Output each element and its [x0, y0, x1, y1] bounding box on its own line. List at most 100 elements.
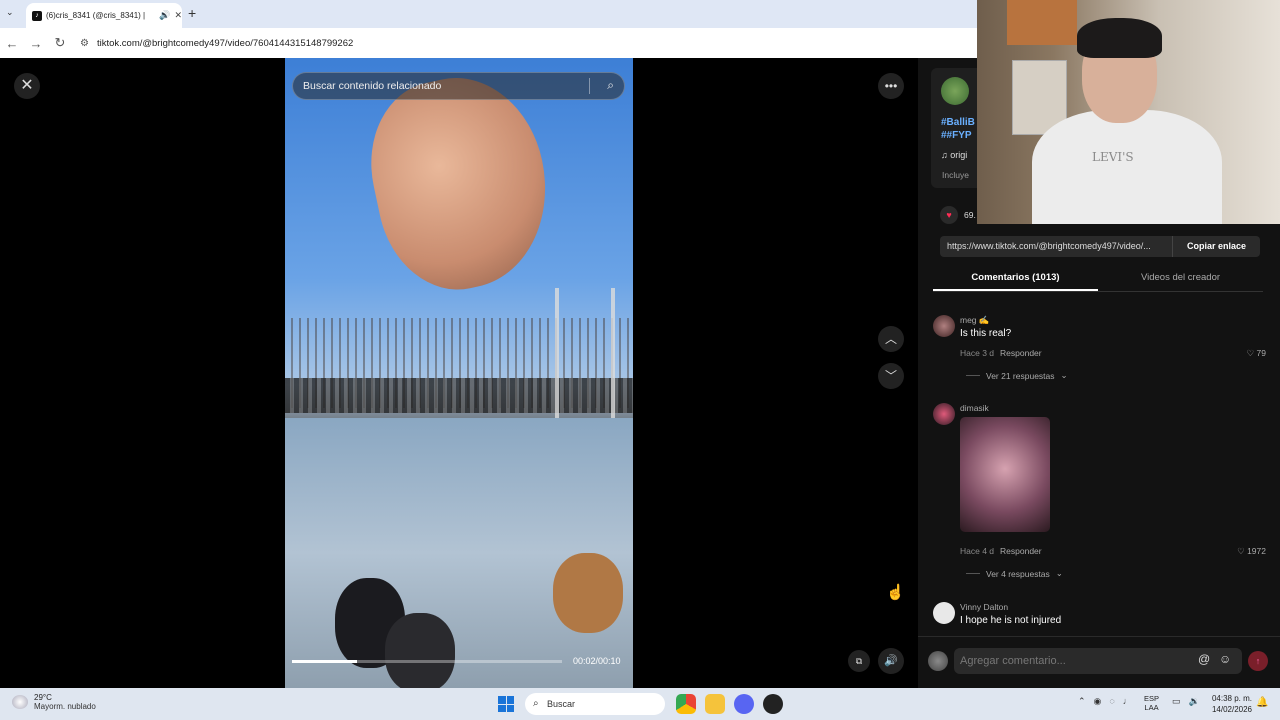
language-indicator[interactable]: ESP LAA — [1144, 694, 1159, 712]
commenter-avatar[interactable] — [933, 403, 955, 425]
display-icon[interactable]: ▭ — [1172, 696, 1181, 707]
browser-tab[interactable]: ♪ (6)cris_8341 (@cris_8341) | 🔊 ✕ — [26, 3, 182, 28]
search-icon[interactable]: ⌕ — [607, 78, 614, 93]
reply-button[interactable]: Responder — [1000, 348, 1042, 358]
previous-video-button[interactable]: ︿ — [878, 326, 904, 352]
sound-link[interactable]: ♫ origi — [941, 150, 967, 160]
tab-search-icon[interactable]: ⌄ — [6, 7, 14, 18]
tab-title: (6)cris_8341 (@cris_8341) | — [46, 11, 146, 20]
comment-meta: Hace 4 d Responder — [960, 546, 1042, 556]
related-search-placeholder: Buscar contenido relacionado — [303, 80, 442, 92]
network-icon[interactable]: ◉ — [1094, 696, 1102, 707]
heart-icon[interactable]: ♥ — [940, 206, 958, 224]
webcam-overlay: LEVI'S — [977, 0, 1280, 224]
more-options-button[interactable]: ••• — [878, 73, 904, 99]
taskbar: 29°C Mayorm. nublado ⌕ Buscar ⌃ ◉ ◌ ♩ ES… — [0, 688, 1280, 720]
site-info-icon[interactable]: ⚙ — [80, 38, 89, 49]
windows-start-icon[interactable] — [498, 696, 514, 712]
mention-icon[interactable]: @ — [1198, 652, 1210, 666]
reply-button[interactable]: Responder — [1000, 546, 1042, 556]
lang-code: ESP — [1144, 694, 1160, 703]
commenter-name[interactable]: meg ✍ — [960, 315, 989, 326]
search-divider — [589, 78, 590, 94]
share-link-row: https://www.tiktok.com/@brightcomedy497/… — [940, 236, 1260, 257]
taskbar-search[interactable]: ⌕ Buscar — [525, 693, 665, 715]
comment-like[interactable]: ♡ 79 — [1247, 348, 1266, 359]
comment-item: dimasik Hace 4 d Responder ♡ 1972 Ver 4 … — [933, 403, 1271, 583]
chrome-icon[interactable] — [676, 694, 696, 714]
view-replies-button[interactable]: Ver 21 respuestas ⌄ — [966, 370, 1068, 381]
video-progress-bar[interactable] — [292, 660, 562, 663]
commenter-avatar[interactable] — [933, 602, 955, 624]
comment-time: Hace 4 d — [960, 546, 995, 556]
related-search-input[interactable]: Buscar contenido relacionado ⌕ — [292, 72, 625, 100]
send-comment-button[interactable]: ↑ — [1248, 651, 1268, 671]
url-text: tiktok.com/@brightcomedy497/video/760414… — [96, 37, 354, 49]
includes-label: Incluye — [942, 170, 969, 180]
floating-player-button[interactable]: ⧉ — [848, 650, 870, 672]
system-tray: ⌃ ◉ ◌ ♩ — [1078, 696, 1132, 707]
clock-time: 04:38 p. m. — [1211, 694, 1252, 703]
chevron-down-icon: ⌄ — [1060, 370, 1068, 380]
forward-icon[interactable]: → — [24, 36, 48, 51]
panel-tabs: Comentarios (1013) Videos del creador — [933, 268, 1263, 292]
comment-time: Hace 3 d — [960, 348, 995, 358]
video-spectator — [385, 613, 455, 688]
comment-meta: Hace 3 d Responder — [960, 348, 1042, 358]
comment-item: meg ✍ Is this real? Hace 3 d Responder ♡… — [933, 315, 1271, 385]
hashtag-line[interactable]: ##FYP — [941, 129, 975, 142]
discord-icon[interactable] — [734, 694, 754, 714]
view-replies-button[interactable]: Ver 4 respuestas ⌄ — [966, 568, 1063, 579]
close-viewer-button[interactable]: ✕ — [14, 73, 40, 99]
comment-like-count: 79 — [1256, 348, 1266, 358]
video-timecode: 00:02/00:10 — [573, 656, 621, 666]
file-explorer-icon[interactable] — [705, 694, 725, 714]
back-icon[interactable]: ← — [0, 36, 24, 51]
volume-button[interactable]: 🔊 — [878, 648, 904, 674]
close-tab-icon[interactable]: ✕ — [174, 10, 182, 21]
audio-icon[interactable]: 🔊 — [159, 10, 170, 21]
my-avatar — [928, 651, 948, 671]
reload-icon[interactable]: ↻ — [48, 35, 72, 51]
commenter-avatar[interactable] — [933, 315, 955, 337]
sound-name: origi — [950, 150, 968, 160]
next-video-button[interactable]: ﹀ — [878, 363, 904, 389]
commenter-name[interactable]: Vinny Dalton — [960, 602, 1008, 612]
comment-image[interactable] — [960, 417, 1050, 532]
mic-icon[interactable]: ♩ — [1123, 696, 1132, 707]
taskbar-clock[interactable]: 04:38 p. m. 14/02/2026 — [1208, 693, 1252, 715]
emoji-icon[interactable]: ☺ — [1219, 652, 1231, 666]
view-replies-label: Ver 4 respuestas — [986, 568, 1050, 579]
new-tab-icon[interactable]: + — [188, 5, 196, 21]
wifi-icon[interactable]: ◌ — [1109, 696, 1114, 707]
tab-creator-videos[interactable]: Videos del creador — [1098, 268, 1263, 291]
replies-divider — [966, 573, 980, 574]
notification-icon[interactable]: 🔔 — [1256, 697, 1268, 708]
video-hashtags[interactable]: #BalliB ##FYP — [941, 116, 975, 142]
comment-text: Is this real? — [960, 328, 1012, 339]
taskbar-apps — [676, 694, 783, 714]
replies-divider — [966, 375, 980, 376]
comment-like[interactable]: ♡ 1972 — [1237, 546, 1266, 557]
comment-composer: Agregar comentario... @ ☺ ↑ — [918, 636, 1280, 688]
view-replies-label: Ver 21 respuestas — [986, 370, 1055, 381]
search-icon: ⌕ — [533, 698, 539, 709]
commenter-name[interactable]: dimasik — [960, 403, 989, 413]
address-bar[interactable]: ⚙ tiktok.com/@brightcomedy497/video/7604… — [80, 31, 980, 55]
webcam-person-body — [1032, 110, 1222, 224]
share-link-url[interactable]: https://www.tiktok.com/@brightcomedy497/… — [940, 236, 1172, 257]
hashtag-line[interactable]: #BalliB — [941, 116, 975, 129]
tab-comments[interactable]: Comentarios (1013) — [933, 268, 1098, 291]
creator-avatar[interactable] — [941, 77, 969, 105]
taskbar-search-label: Buscar — [547, 699, 576, 709]
cloud-icon — [12, 695, 28, 709]
copy-link-button[interactable]: Copiar enlace — [1172, 236, 1260, 257]
weather-desc: Mayorm. nublado — [34, 702, 96, 711]
video-player[interactable] — [285, 58, 633, 688]
volume-icon[interactable]: 🔉 — [1189, 696, 1200, 707]
video-diving-board — [555, 288, 615, 438]
app-icon[interactable] — [763, 694, 783, 714]
chevron-up-icon[interactable]: ⌃ — [1078, 696, 1086, 707]
like-count: 69. — [964, 210, 976, 220]
weather-widget[interactable]: 29°C Mayorm. nublado — [12, 693, 96, 711]
